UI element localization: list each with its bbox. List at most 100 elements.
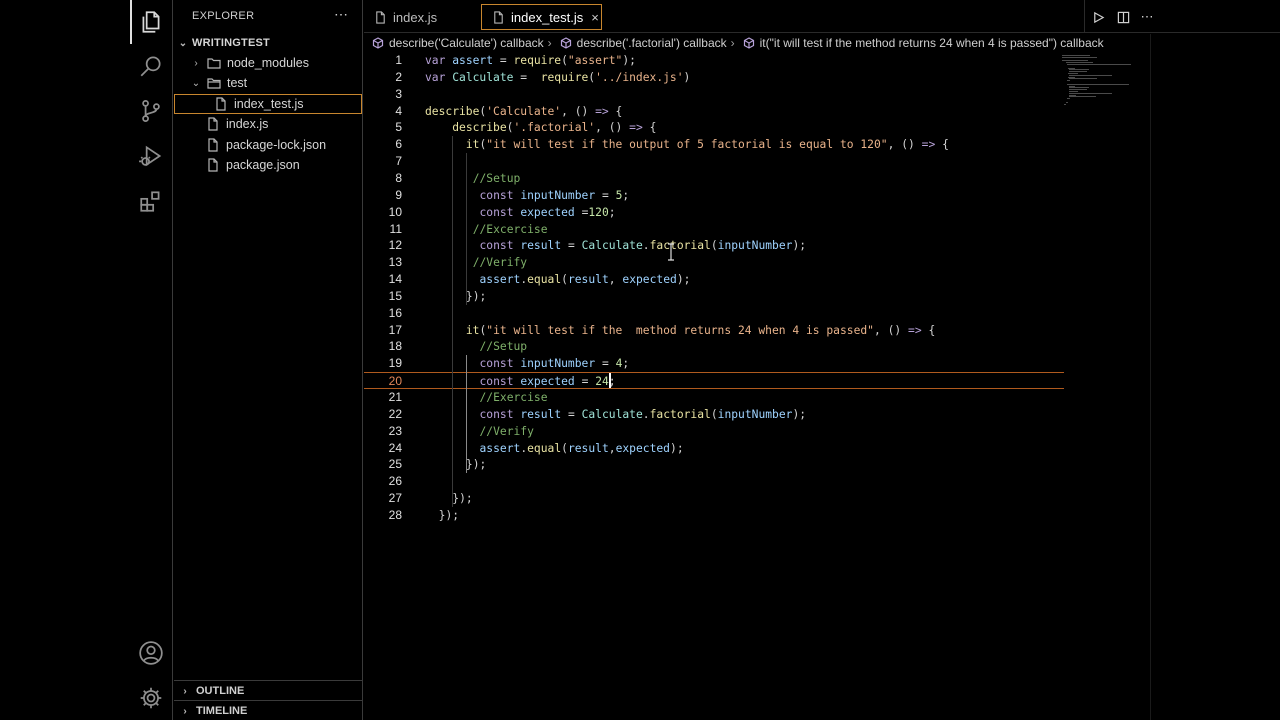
code-line[interactable]: 25 }); <box>364 456 1064 473</box>
tree-item-package-lock-json[interactable]: package-lock.json <box>174 135 362 155</box>
code-text: const inputNumber = 4; <box>479 357 630 371</box>
line-number: 25 <box>388 457 402 472</box>
code-line[interactable]: 26 <box>364 473 1064 490</box>
line-number: 3 <box>395 86 402 101</box>
code-text: //Excercise <box>472 222 548 236</box>
account-icon[interactable] <box>137 639 165 667</box>
symbol-method-icon <box>743 37 755 49</box>
folder-open-icon <box>207 76 221 90</box>
more-actions-icon[interactable]: ⋯ <box>334 6 348 23</box>
editor-scrollbar[interactable] <box>1150 34 1151 720</box>
minimap-line <box>1069 74 1113 76</box>
code-line[interactable]: 23 //Verify <box>364 423 1064 440</box>
code-line[interactable]: 15 }); <box>364 288 1064 305</box>
tree-item-package-json[interactable]: package.json <box>174 155 362 175</box>
code-line[interactable]: 14 assert.equal(result, expected); <box>364 271 1064 288</box>
indent-guide <box>465 153 467 305</box>
chevron-right-icon: › <box>547 36 552 50</box>
line-number: 27 <box>388 491 402 506</box>
line-number: 6 <box>395 137 402 152</box>
tree-item-node-modules[interactable]: › node_modules <box>174 53 362 73</box>
code-text: const result = Calculate.factorial(input… <box>479 407 807 421</box>
active-view-indicator <box>130 0 132 44</box>
code-text: }); <box>465 289 487 303</box>
minimap-line <box>1067 80 1071 82</box>
workspace-root[interactable]: ⌄ WRITINGTEST <box>174 33 362 53</box>
line-number: 22 <box>388 406 402 421</box>
chevron-down-icon: ⌄ <box>191 77 201 89</box>
minimap-line <box>1069 96 1097 98</box>
minimap[interactable] <box>1062 55 1142 107</box>
split-editor-icon[interactable] <box>1114 8 1132 26</box>
code-line[interactable]: 5 describe('.factorial', () => { <box>364 119 1064 136</box>
line-number: 8 <box>395 170 402 185</box>
code-text: describe('.factorial', () => { <box>452 121 657 135</box>
file-icon <box>206 138 220 152</box>
tab-index-js[interactable]: index.js <box>364 4 478 30</box>
code-text: }); <box>452 492 473 506</box>
code-line[interactable]: 1 var assert = require("assert"); <box>364 52 1064 69</box>
code-line[interactable]: 11 //Excercise <box>364 221 1064 238</box>
tree-item-index-js[interactable]: index.js <box>174 114 362 134</box>
code-line[interactable]: 3 <box>364 86 1064 103</box>
code-line[interactable]: 13 //Verify <box>364 254 1064 271</box>
line-number: 28 <box>388 507 402 522</box>
breadcrumb-item[interactable]: describe('Calculate') callback › <box>372 36 552 50</box>
code-line[interactable]: 24 assert.equal(result,expected); <box>364 440 1064 457</box>
tab-index-test-js[interactable]: index_test.js × <box>481 4 602 30</box>
line-number: 4 <box>395 103 402 118</box>
code-line[interactable]: 6 it("it will test if the output of 5 fa… <box>364 136 1064 153</box>
code-line[interactable]: 22 const result = Calculate.factorial(in… <box>364 406 1064 423</box>
code-text: //Setup <box>479 340 528 354</box>
files-icon[interactable] <box>137 8 165 36</box>
file-icon <box>206 117 220 131</box>
more-actions-icon[interactable]: ⋯ <box>1138 8 1156 26</box>
code-text: const inputNumber = 5; <box>479 188 630 202</box>
source-control-icon[interactable] <box>137 97 165 125</box>
code-line[interactable]: 20 const expected = 24; <box>364 372 1064 390</box>
minimap-line <box>1067 64 1132 65</box>
code-editor[interactable]: 1 var assert = require("assert"); 2 var Cal… <box>364 52 1150 720</box>
timeline-panel-header[interactable]: › TIMELINE <box>174 700 362 720</box>
code-text: const expected =120; <box>479 205 616 219</box>
code-line[interactable]: 17 it("it will test if the method return… <box>364 322 1064 339</box>
breadcrumb-item[interactable]: it("it will test if the method returns 2… <box>743 36 1104 50</box>
breadcrumb-item[interactable]: describe('.factorial') callback › <box>560 36 735 50</box>
indent-guide <box>465 355 467 474</box>
chevron-down-icon: ⌄ <box>178 37 188 49</box>
explorer-sidebar: EXPLORER ⋯ ⌄ WRITINGTEST › node_modules … <box>174 0 363 720</box>
code-text: }); <box>438 508 460 522</box>
run-debug-icon[interactable] <box>137 142 165 170</box>
code-line[interactable]: 4 describe('Calculate', () => { <box>364 103 1064 120</box>
code-line[interactable]: 28 }); <box>364 507 1064 524</box>
code-text: //Setup <box>472 171 521 185</box>
settings-gear-icon[interactable] <box>137 684 165 712</box>
breadcrumb-label: describe('Calculate') callback <box>389 36 544 50</box>
timeline-label: TIMELINE <box>196 705 248 717</box>
tree-item-index-test-js[interactable]: index_test.js <box>174 94 362 114</box>
tree-item-label: node_modules <box>227 56 310 70</box>
minimap-line <box>1067 83 1130 85</box>
tree-item-test[interactable]: ⌄ test <box>174 73 362 93</box>
code-line[interactable]: 12 const result = Calculate.factorial(in… <box>364 237 1064 254</box>
code-line[interactable]: 19 const inputNumber = 4; <box>364 355 1064 372</box>
code-line[interactable]: 10 const expected =120; <box>364 204 1064 221</box>
code-line[interactable]: 9 const inputNumber = 5; <box>364 187 1064 204</box>
line-number: 10 <box>388 204 402 219</box>
code-line[interactable]: 7 <box>364 153 1064 170</box>
extensions-icon[interactable] <box>137 187 165 215</box>
outline-panel-header[interactable]: › OUTLINE <box>174 680 362 701</box>
search-icon[interactable] <box>137 52 165 80</box>
code-text: const result = Calculate.factorial(input… <box>479 239 807 253</box>
code-line[interactable]: 27 }); <box>364 490 1064 507</box>
code-line[interactable]: 16 <box>364 305 1064 322</box>
close-icon[interactable]: × <box>591 10 599 25</box>
code-line[interactable]: 8 //Setup <box>364 170 1064 187</box>
file-icon <box>214 97 228 111</box>
file-icon <box>376 10 385 24</box>
run-icon[interactable] <box>1089 8 1107 26</box>
code-line[interactable]: 21 //Exercise <box>364 389 1064 406</box>
line-number: 12 <box>388 238 402 253</box>
code-line[interactable]: 18 //Setup <box>364 338 1064 355</box>
code-line[interactable]: 2 var Calculate = require('../index.js') <box>364 69 1064 86</box>
